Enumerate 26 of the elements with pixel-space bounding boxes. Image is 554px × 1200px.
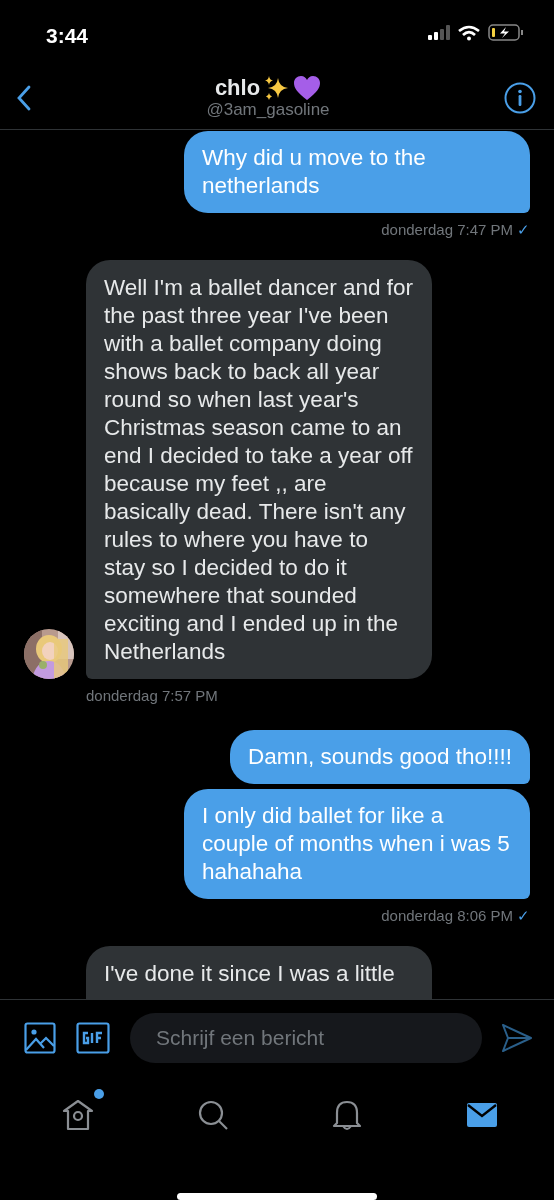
contact-handle: @3am_gasoline [206, 101, 330, 121]
gif-button[interactable] [76, 1021, 110, 1054]
send-button[interactable] [502, 1023, 532, 1052]
image-button[interactable] [24, 1021, 56, 1054]
read-checkmark: ✓ [517, 220, 530, 240]
message-timestamp: donderdag 7:57 PM [86, 685, 218, 706]
info-button[interactable] [504, 81, 536, 114]
battery-icon [488, 24, 524, 41]
status-time: 3:44 [46, 23, 89, 49]
message-bubble: I've done it since I was a little [86, 945, 432, 999]
message-timestamp: donderdag 7:47 PM [381, 220, 513, 240]
message-bubble: I only did ballet for like a couple of months when i was 5 hahahaha [184, 789, 530, 899]
contact-name: chlo [214, 74, 261, 102]
message-timestamp: donderdag 8:06 PM [381, 906, 513, 926]
search-icon [196, 1098, 229, 1132]
message-bubble: Why did u move to the netherlands [184, 131, 530, 213]
heart-icon [293, 75, 322, 102]
read-checkmark: ✓ [517, 906, 530, 926]
bell-icon [331, 1098, 364, 1132]
signal-icon [428, 25, 450, 40]
back-button[interactable] [16, 84, 32, 111]
message-input[interactable]: Schrijf een bericht [130, 1012, 482, 1063]
message-bubble: Damn, sounds good tho!!!! [230, 730, 530, 784]
home-icon [62, 1098, 94, 1132]
message-bubble: Well I'm a ballet dancer and for the past three year I've been with a ballet company doing shows back to back all year round so when last year's Christmas season came to an end I decided to take a year off because my feet ,, are basically dead. There isn't any rules to where you have to stay so I decided to do it somewhere that sounded exciting and I ended up in the Netherlands [86, 259, 432, 679]
wifi-icon [458, 24, 480, 41]
